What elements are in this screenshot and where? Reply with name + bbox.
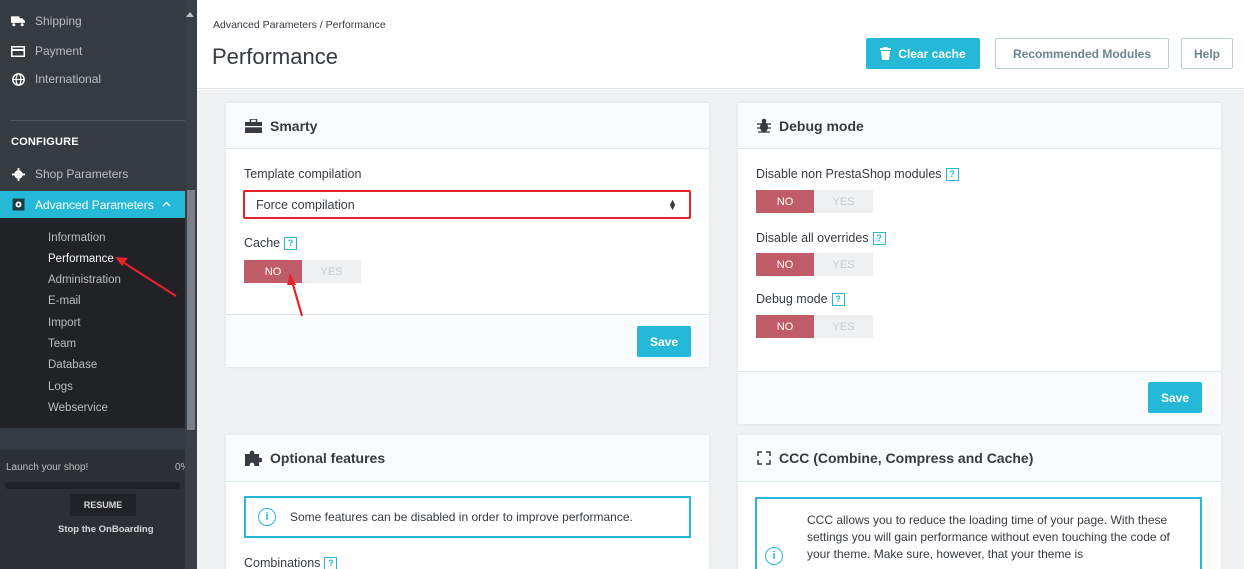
sidebar-item-payment[interactable]: Payment [0,38,185,64]
toggle-no[interactable]: NO [756,190,814,213]
template-compilation-label: Template compilation [244,167,362,181]
cache-label: Cache ? [244,236,298,250]
disable-overrides-toggle[interactable]: NO YES [756,253,873,276]
breadcrumb[interactable]: Advanced Parameters / Performance [213,19,386,31]
puzzle-icon [245,450,262,466]
disable-non-prestashop-text: Disable non PrestaShop modules [756,167,942,181]
help-icon[interactable]: ? [945,167,959,181]
credit-card-icon [11,44,25,58]
sidebar-subitem-email[interactable]: E-mail [48,295,81,307]
debug-title: Debug mode [779,117,864,134]
onboarding-title: Launch your shop! [6,462,89,473]
gear-icon [11,167,25,181]
toggle-no[interactable]: NO [756,253,814,276]
toggle-no[interactable]: NO [756,315,814,338]
sidebar-item-label: Shipping [35,14,82,28]
sidebar-item-shop-parameters[interactable]: Shop Parameters [0,161,185,187]
toggle-yes[interactable]: YES [814,253,873,276]
truck-icon [11,14,25,28]
stop-onboarding-link[interactable]: Stop the OnBoarding [58,524,154,535]
sidebar-item-label: International [35,72,102,86]
sidebar-subitem-database[interactable]: Database [48,359,97,371]
optional-features-info-alert: i Some features can be disabled in order… [244,496,691,538]
page-title: Performance [212,44,338,69]
optional-features-header: Optional features [226,435,709,482]
expand-icon [757,451,771,465]
sidebar-divider [10,120,185,121]
onboarding-progress-bar [5,482,180,489]
disable-non-prestashop-label: Disable non PrestaShop modules ? [756,167,959,181]
sidebar-subitem-team[interactable]: Team [48,338,76,350]
ccc-title: CCC (Combine, Compress and Cache) [779,450,1034,466]
toggle-yes[interactable]: YES [302,260,361,283]
sidebar-item-advanced-parameters[interactable]: Advanced Parameters [0,191,185,218]
resume-button[interactable]: RESUME [70,494,136,516]
optional-features-title: Optional features [270,450,386,466]
sidebar-subitem-administration[interactable]: Administration [48,274,121,286]
debug-card-header: Debug mode [738,103,1221,149]
recommended-modules-button[interactable]: Recommended Modules [995,38,1169,69]
clear-cache-button[interactable]: Clear cache [866,38,980,69]
sidebar-submenu [0,218,185,428]
help-icon[interactable]: ? [324,556,338,569]
scroll-up-arrow-icon[interactable] [186,12,194,17]
clear-cache-label: Clear cache [898,46,966,61]
help-icon[interactable]: ? [872,231,886,245]
sidebar-subitem-information[interactable]: Information [48,232,106,244]
sidebar-scrollbar-thumb[interactable] [187,190,195,430]
disable-overrides-text: Disable all overrides [756,231,869,245]
optional-features-info-text: Some features can be disabled in order t… [290,510,633,524]
ccc-header: CCC (Combine, Compress and Cache) [738,435,1221,482]
sidebar-item-shipping[interactable]: Shipping [0,8,185,34]
disable-overrides-label: Disable all overrides ? [756,231,886,245]
ccc-info-alert: i CCC allows you to reduce the loading t… [755,497,1202,569]
sidebar: Shipping Payment International CONFIGURE… [0,0,197,569]
sidebar-subitem-performance[interactable]: Performance [48,253,114,265]
cache-toggle[interactable]: NO YES [244,260,361,283]
template-compilation-select[interactable]: Force compilation ▲ ▼ [243,190,691,219]
debug-mode-text: Debug mode [756,292,828,306]
combinations-label: Combinations ? [244,556,338,569]
trash-icon [880,47,892,60]
chevron-up-icon [162,199,171,210]
briefcase-icon [245,118,262,133]
sidebar-section-configure: CONFIGURE [11,136,79,148]
sidebar-item-label: Shop Parameters [35,167,129,181]
help-button[interactable]: Help [1181,38,1233,69]
sidebar-subitem-import[interactable]: Import [48,317,81,329]
toggle-yes[interactable]: YES [814,315,873,338]
bug-icon [757,118,771,133]
smarty-save-button[interactable]: Save [637,326,691,357]
help-icon[interactable]: ? [831,292,845,306]
debug-mode-label: Debug mode ? [756,292,845,306]
combinations-text: Combinations [244,556,321,569]
cache-label-text: Cache [244,236,281,250]
select-caret-icon: ▲ ▼ [668,197,677,212]
settings-box-icon [11,198,25,212]
smarty-card-header: Smarty [226,103,709,149]
sidebar-item-international[interactable]: International [0,66,185,92]
sidebar-item-label: Payment [35,44,83,58]
debug-mode-toggle[interactable]: NO YES [756,315,873,338]
info-icon: i [765,547,783,565]
smarty-title: Smarty [270,117,318,134]
template-compilation-value: Force compilation [256,197,355,212]
toggle-yes[interactable]: YES [814,190,873,213]
ccc-info-text: CCC allows you to reduce the loading tim… [807,513,1170,561]
sidebar-subitem-logs[interactable]: Logs [48,381,73,393]
toggle-no[interactable]: NO [244,260,302,283]
sidebar-item-label: Advanced Parameters [35,197,154,212]
sidebar-subitem-webservice[interactable]: Webservice [48,402,108,414]
debug-save-button[interactable]: Save [1148,382,1202,413]
info-icon: i [258,508,276,526]
help-icon[interactable]: ? [284,236,298,250]
disable-non-prestashop-toggle[interactable]: NO YES [756,190,873,213]
globe-icon [11,72,25,86]
